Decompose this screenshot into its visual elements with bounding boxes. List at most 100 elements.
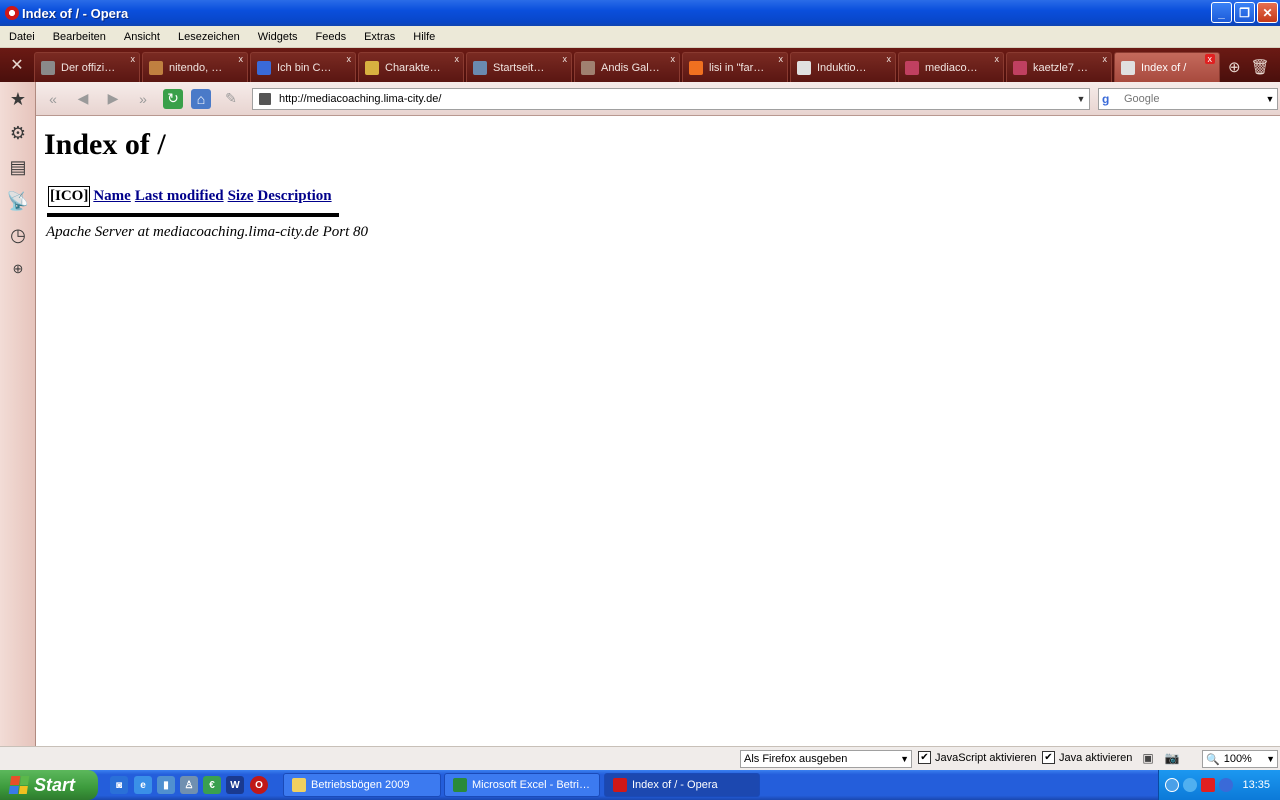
search-dropdown-icon[interactable]: ▼ [1263, 94, 1277, 104]
tray-arrow-icon[interactable] [1165, 778, 1179, 792]
add-panel-icon[interactable]: ⊕ [0, 252, 36, 286]
tab-close-icon[interactable]: x [563, 54, 568, 64]
checkbox-checked-icon[interactable]: ✔ [1042, 751, 1055, 764]
browser-tab[interactable]: Der offizi… x [34, 52, 140, 82]
clock[interactable]: 13:35 [1242, 779, 1270, 791]
history-clock-icon[interactable]: ◷ [0, 218, 36, 252]
dropdown-icon: ▼ [900, 754, 909, 764]
browser-tab[interactable]: kaetzle7 … x [1006, 52, 1112, 82]
menu-bearbeiten[interactable]: Bearbeiten [44, 31, 115, 43]
edit-pencil-icon[interactable]: ✎ [218, 86, 244, 112]
tab-close-icon[interactable]: x [1204, 54, 1215, 64]
tab-close-icon[interactable]: x [779, 54, 784, 64]
minimize-button[interactable]: _ [1211, 2, 1232, 23]
settings-gear-icon[interactable]: ⚙ [0, 116, 36, 150]
tab-label: Ich bin C… [277, 61, 332, 74]
quicklaunch-app-icon[interactable]: ▮ [157, 776, 175, 794]
word-icon[interactable]: W [226, 776, 244, 794]
back-icon[interactable]: ◀ [70, 86, 96, 112]
feeds-panel-icon[interactable]: 📡 [0, 184, 36, 218]
home-icon[interactable]: ⌂ [191, 88, 211, 109]
address-dropdown-icon[interactable]: ▼ [1073, 94, 1089, 104]
java-toggle[interactable]: ✔ Java aktivieren [1042, 751, 1132, 764]
menu-extras[interactable]: Extras [355, 31, 404, 43]
tab-favicon-icon [41, 60, 55, 75]
tab-close-icon[interactable]: x [455, 54, 460, 64]
zoom-select[interactable]: 🔍 100% ▼ [1202, 750, 1278, 768]
browser-tab[interactable]: Andis Gal… x [574, 52, 680, 82]
tab-favicon-icon [581, 60, 595, 75]
taskbar: Start ◙ e ▮ ♙ € W O Betriebsbögen 2009 Mi… [0, 770, 1280, 800]
trash-icon[interactable]: 🗑 [1251, 58, 1270, 76]
tray-app-icon[interactable] [1219, 778, 1233, 792]
tab-bar: ✕ Der offizi… x nitendo, … x Ich bin C… x Char… [0, 48, 1280, 82]
tab-close-icon[interactable]: x [347, 54, 352, 64]
tab-favicon-icon [149, 60, 163, 75]
opera-icon[interactable]: O [250, 776, 268, 794]
quicklaunch-app-icon[interactable]: ♙ [180, 776, 198, 794]
magnifier-icon: 🔍 [1206, 753, 1220, 766]
forward-icon[interactable]: ▶ [100, 86, 126, 112]
tools-icon[interactable]: ✕ [0, 48, 34, 82]
menu-ansicht[interactable]: Ansicht [115, 31, 169, 43]
taskbar-button[interactable]: Index of / - Opera [604, 773, 760, 797]
antivirus-icon[interactable] [1201, 778, 1215, 792]
show-desktop-icon[interactable]: ◙ [110, 776, 128, 794]
address-url[interactable]: http://mediacoaching.lima-city.de/ [279, 93, 1073, 105]
tab-favicon-icon [473, 60, 487, 75]
tab-close-icon[interactable]: x [239, 54, 244, 64]
browser-tab[interactable]: nitendo, … x [142, 52, 248, 82]
tab-close-icon[interactable]: x [1103, 54, 1108, 64]
new-tab-icon[interactable]: ⊕ [1228, 58, 1241, 76]
menu-widgets[interactable]: Widgets [249, 31, 307, 43]
checkbox-checked-icon[interactable]: ✔ [918, 751, 931, 764]
address-bar[interactable]: http://mediacoaching.lima-city.de/ ▼ [252, 88, 1090, 110]
browser-tab[interactable]: mediaco… x [898, 52, 1004, 82]
column-size-link[interactable]: Size [228, 188, 254, 204]
status-bar: Als Firefox ausgeben ▼ ✔ JavaScript akti… [0, 746, 1280, 770]
side-panel: ★ ⚙ ▤ 📡 ◷ ⊕ [0, 82, 36, 748]
search-box[interactable]: g ▼ [1098, 88, 1278, 110]
tab-label: Induktio… [817, 61, 867, 74]
bookmarks-star-icon[interactable]: ★ [0, 82, 36, 116]
menu-feeds[interactable]: Feeds [307, 31, 356, 43]
network-icon[interactable] [1183, 778, 1197, 792]
browser-tab[interactable]: lisi in "far… x [682, 52, 788, 82]
menu-datei[interactable]: Datei [0, 31, 44, 43]
javascript-toggle[interactable]: ✔ JavaScript aktivieren [918, 751, 1037, 764]
browser-tab[interactable]: Ich bin C… x [250, 52, 356, 82]
maximize-button[interactable]: ❐ [1234, 2, 1255, 23]
browser-tab[interactable]: Startseit… x [466, 52, 572, 82]
tab-close-icon[interactable]: x [131, 54, 136, 64]
identify-as-value: Als Firefox ausgeben [744, 753, 848, 765]
tab-close-icon[interactable]: x [671, 54, 676, 64]
browser-tab[interactable]: Index of / x [1114, 52, 1220, 82]
quicklaunch-euro-icon[interactable]: € [203, 776, 221, 794]
windows-panel-icon[interactable]: ▤ [0, 150, 36, 184]
menu-lesezeichen[interactable]: Lesezeichen [169, 31, 249, 43]
camera-icon[interactable]: 📷 [1162, 751, 1182, 767]
identify-as-select[interactable]: Als Firefox ausgeben ▼ [740, 750, 912, 768]
taskbar-button[interactable]: Betriebsbögen 2009 [283, 773, 441, 797]
tab-close-icon[interactable]: x [887, 54, 892, 64]
tab-label: Index of / [1141, 61, 1187, 74]
tab-favicon-icon [905, 60, 919, 75]
reload-icon[interactable]: ↻ [163, 88, 183, 109]
close-button[interactable]: ✕ [1257, 2, 1278, 23]
zoom-value: 100% [1223, 753, 1252, 765]
taskbar-button[interactable]: Microsoft Excel - Betri… [444, 773, 600, 797]
fast-forward-icon[interactable]: » [130, 86, 156, 112]
start-button[interactable]: Start [0, 770, 98, 800]
opera-icon [5, 6, 19, 20]
browser-tab[interactable]: Induktio… x [790, 52, 896, 82]
menu-hilfe[interactable]: Hilfe [404, 31, 444, 43]
internet-explorer-icon[interactable]: e [134, 776, 152, 794]
search-input[interactable] [1124, 93, 1263, 105]
tab-close-icon[interactable]: x [995, 54, 1000, 64]
proxy-icon[interactable]: ▣ [1138, 751, 1158, 767]
browser-tab[interactable]: Charakte… x [358, 52, 464, 82]
column-modified-link[interactable]: Last modified [135, 188, 224, 204]
column-description-link[interactable]: Description [257, 188, 331, 204]
rewind-icon[interactable]: « [40, 86, 66, 112]
column-name-link[interactable]: Name [93, 188, 131, 204]
